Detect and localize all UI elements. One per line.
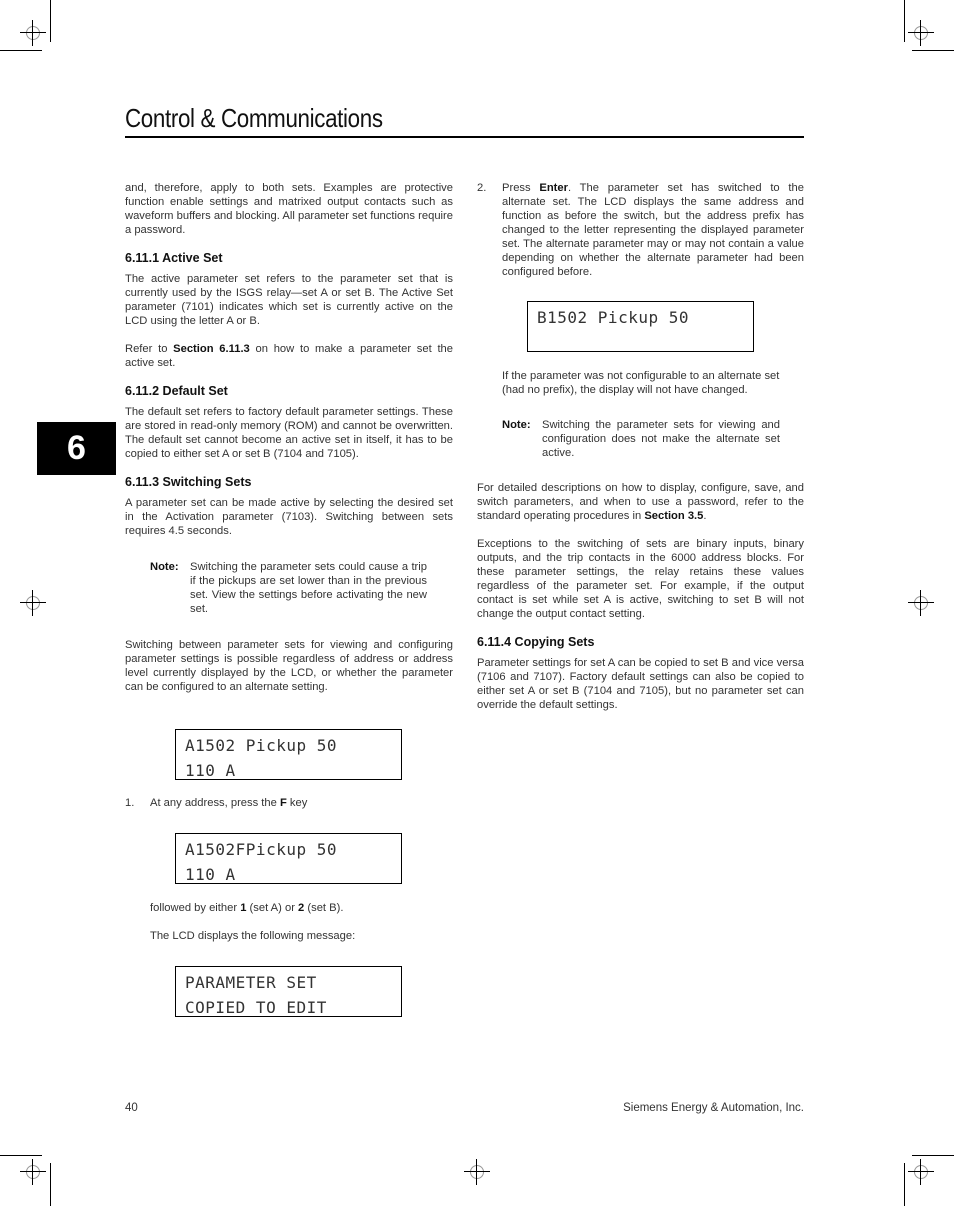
crop-mark (0, 1155, 42, 1156)
detailed-descriptions-paragraph: For detailed descriptions on how to disp… (477, 482, 804, 522)
default-set-paragraph: The default set refers to factory defaul… (125, 406, 453, 460)
footer-company: Siemens Energy & Automation, Inc. (623, 1102, 804, 1114)
crop-mark (904, 1163, 905, 1206)
key-enter: Enter (539, 182, 568, 194)
step-number: 2. (477, 182, 487, 194)
active-set-refer-paragraph: Refer to Section 6.11.3 on how to make a… (125, 343, 453, 369)
lcd-line-1: PARAMETER SET (185, 973, 317, 992)
section-reference: Section 3.5 (644, 510, 704, 522)
crop-mark (50, 0, 51, 42)
step-1: 1. At any address, press the F key (125, 797, 308, 809)
registration-mark-icon (908, 20, 934, 46)
note-label: Note: (502, 419, 531, 431)
note-viewing: Note: Switching the parameter sets for v… (502, 418, 780, 460)
crop-mark (50, 1163, 51, 1206)
page-title: Control & Communications (125, 103, 383, 133)
lcd-display-3: PARAMETER SET COPIED TO EDIT (175, 966, 402, 1017)
registration-mark-icon (908, 1159, 934, 1185)
left-column: and, therefore, apply to both sets. Exam… (125, 181, 453, 694)
heading-switching-sets: 6.11.3 Switching Sets (125, 475, 252, 489)
lcd-line-2: 110 A (185, 865, 236, 884)
lcd-line-1: B1502 Pickup 50 (537, 308, 689, 327)
heading-default-set: 6.11.2 Default Set (125, 384, 228, 398)
lcd-line-2: 110 A (185, 761, 236, 780)
heading-copying-sets: 6.11.4 Copying Sets (477, 635, 595, 649)
registration-mark-icon (20, 590, 46, 616)
registration-mark-icon (464, 1159, 490, 1185)
copying-sets-paragraph: Parameter settings for set A can be copi… (477, 657, 804, 711)
lcd-line-1: A1502FPickup 50 (185, 840, 337, 859)
note-switching-trip: Note: Switching the parameter sets could… (150, 560, 427, 616)
note-text: Switching the parameter sets for viewing… (542, 419, 780, 459)
lcd-display-1: A1502 Pickup 50 110 A (175, 729, 402, 780)
note-text: Switching the parameter sets could cause… (190, 561, 427, 615)
registration-mark-icon (908, 590, 934, 616)
title-rule (125, 136, 804, 138)
active-set-paragraph: The active parameter set refers to the p… (125, 273, 453, 327)
heading-active-set: 6.11.1 Active Set (125, 251, 223, 265)
step-2: 2. Press Enter. The parameter set has sw… (477, 181, 804, 279)
lcd-message-text: The LCD displays the following message: (150, 930, 356, 942)
section-reference: Section 6.11.3 (173, 343, 250, 355)
exceptions-paragraph: Exceptions to the switching of sets are … (477, 538, 804, 620)
no-prefix-paragraph: If the parameter was not configurable to… (502, 370, 780, 396)
registration-mark-icon (20, 1159, 46, 1185)
chapter-tab: 6 (37, 422, 116, 475)
lcd-line-2: COPIED TO EDIT (185, 998, 327, 1017)
lcd-display-2: A1502FPickup 50 110 A (175, 833, 402, 884)
registration-mark-icon (20, 20, 46, 46)
lcd-display-4: B1502 Pickup 50 (527, 301, 754, 352)
switching-sets-paragraph: A parameter set can be made active by se… (125, 497, 453, 537)
switching-viewing-paragraph: Switching between parameter sets for vie… (125, 639, 453, 693)
crop-mark (904, 0, 905, 42)
key-f: F (279, 797, 287, 809)
crop-mark (912, 1155, 954, 1156)
page-number: 40 (125, 1102, 138, 1114)
step-number: 1. (125, 797, 135, 809)
followed-by-text: followed by either 1 (set A) or 2 (set B… (150, 902, 344, 914)
right-column-lower: For detailed descriptions on how to disp… (477, 481, 804, 712)
crop-mark (0, 50, 42, 51)
right-column: 2. Press Enter. The parameter set has sw… (477, 181, 804, 279)
lcd-line-1: A1502 Pickup 50 (185, 736, 337, 755)
step-2-text: Press Enter. The parameter set has switc… (502, 182, 804, 278)
crop-mark (912, 50, 954, 51)
intro-paragraph: and, therefore, apply to both sets. Exam… (125, 182, 453, 236)
note-label: Note: (150, 561, 179, 573)
